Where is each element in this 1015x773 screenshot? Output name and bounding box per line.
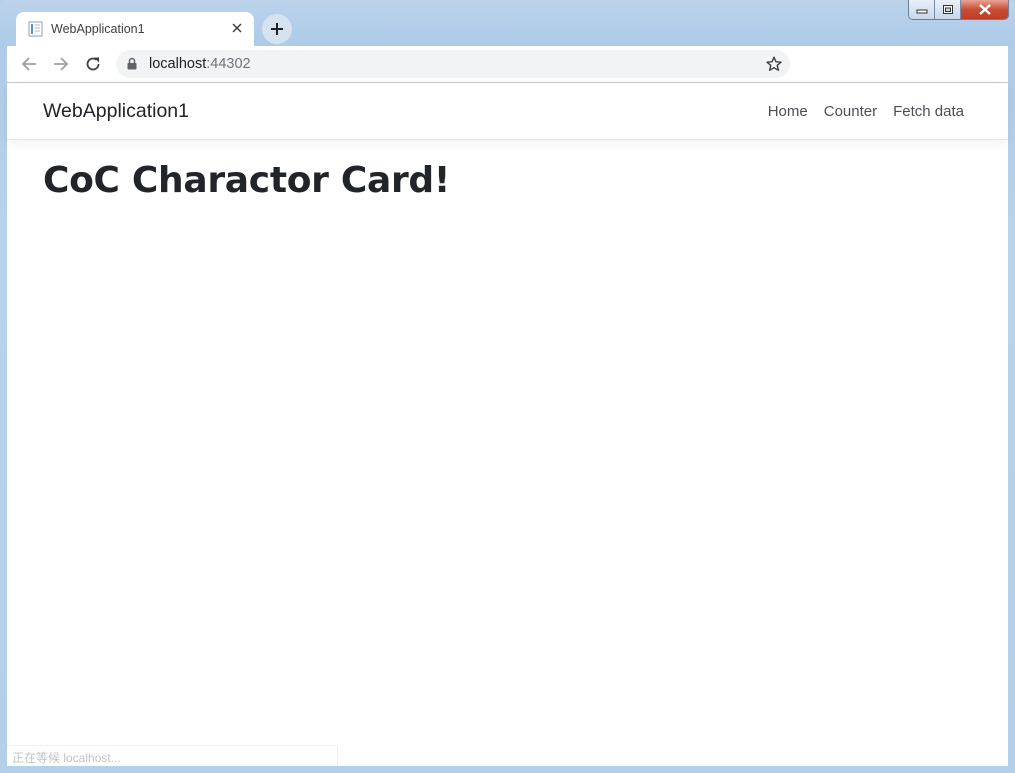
close-icon bbox=[978, 4, 991, 15]
browser-window: WebApplication1 localhost:44302 WebAppli… bbox=[0, 0, 1015, 773]
browser-tab[interactable]: WebApplication1 bbox=[16, 12, 254, 46]
status-bubble: 正在等候 localhost... bbox=[7, 745, 338, 766]
close-icon bbox=[232, 23, 242, 33]
bookmark-star-icon[interactable] bbox=[766, 56, 782, 72]
reload-icon bbox=[86, 57, 100, 71]
address-bar[interactable]: localhost:44302 bbox=[116, 50, 790, 78]
nav-link-fetch-data[interactable]: Fetch data bbox=[893, 103, 964, 120]
url-host: localhost bbox=[149, 56, 207, 72]
tab-title: WebApplication1 bbox=[51, 22, 145, 36]
arrow-right-icon bbox=[54, 57, 69, 71]
url-port: :44302 bbox=[206, 56, 251, 72]
maximize-icon bbox=[942, 5, 953, 14]
page-favicon-icon bbox=[28, 21, 43, 37]
new-tab-button[interactable] bbox=[262, 14, 292, 44]
lock-icon bbox=[127, 57, 137, 70]
navbar-links: Home Counter Fetch data bbox=[768, 103, 964, 120]
page-heading: CoC Charactor Card! bbox=[43, 160, 451, 201]
reload-button[interactable] bbox=[82, 54, 104, 74]
status-text: 正在等候 localhost... bbox=[12, 751, 121, 765]
nav-link-counter[interactable]: Counter bbox=[824, 103, 877, 120]
forward-button[interactable] bbox=[50, 54, 72, 74]
window-controls bbox=[908, 0, 1009, 20]
browser-toolbar: localhost:44302 bbox=[7, 46, 1008, 83]
minimize-icon bbox=[916, 9, 927, 13]
arrow-left-icon bbox=[21, 57, 36, 71]
tab-close-button[interactable] bbox=[229, 20, 245, 36]
maximize-button[interactable] bbox=[935, 0, 961, 19]
page-viewport: WebApplication1 Home Counter Fetch data … bbox=[7, 83, 1008, 766]
navbar-brand[interactable]: WebApplication1 bbox=[43, 100, 189, 123]
nav-link-home[interactable]: Home bbox=[768, 103, 808, 120]
close-window-button[interactable] bbox=[961, 0, 1008, 19]
minimize-button[interactable] bbox=[909, 0, 935, 19]
plus-icon bbox=[271, 23, 283, 35]
url-text: localhost:44302 bbox=[149, 56, 251, 72]
back-button[interactable] bbox=[18, 54, 40, 74]
site-navbar: WebApplication1 Home Counter Fetch data bbox=[7, 83, 1008, 140]
